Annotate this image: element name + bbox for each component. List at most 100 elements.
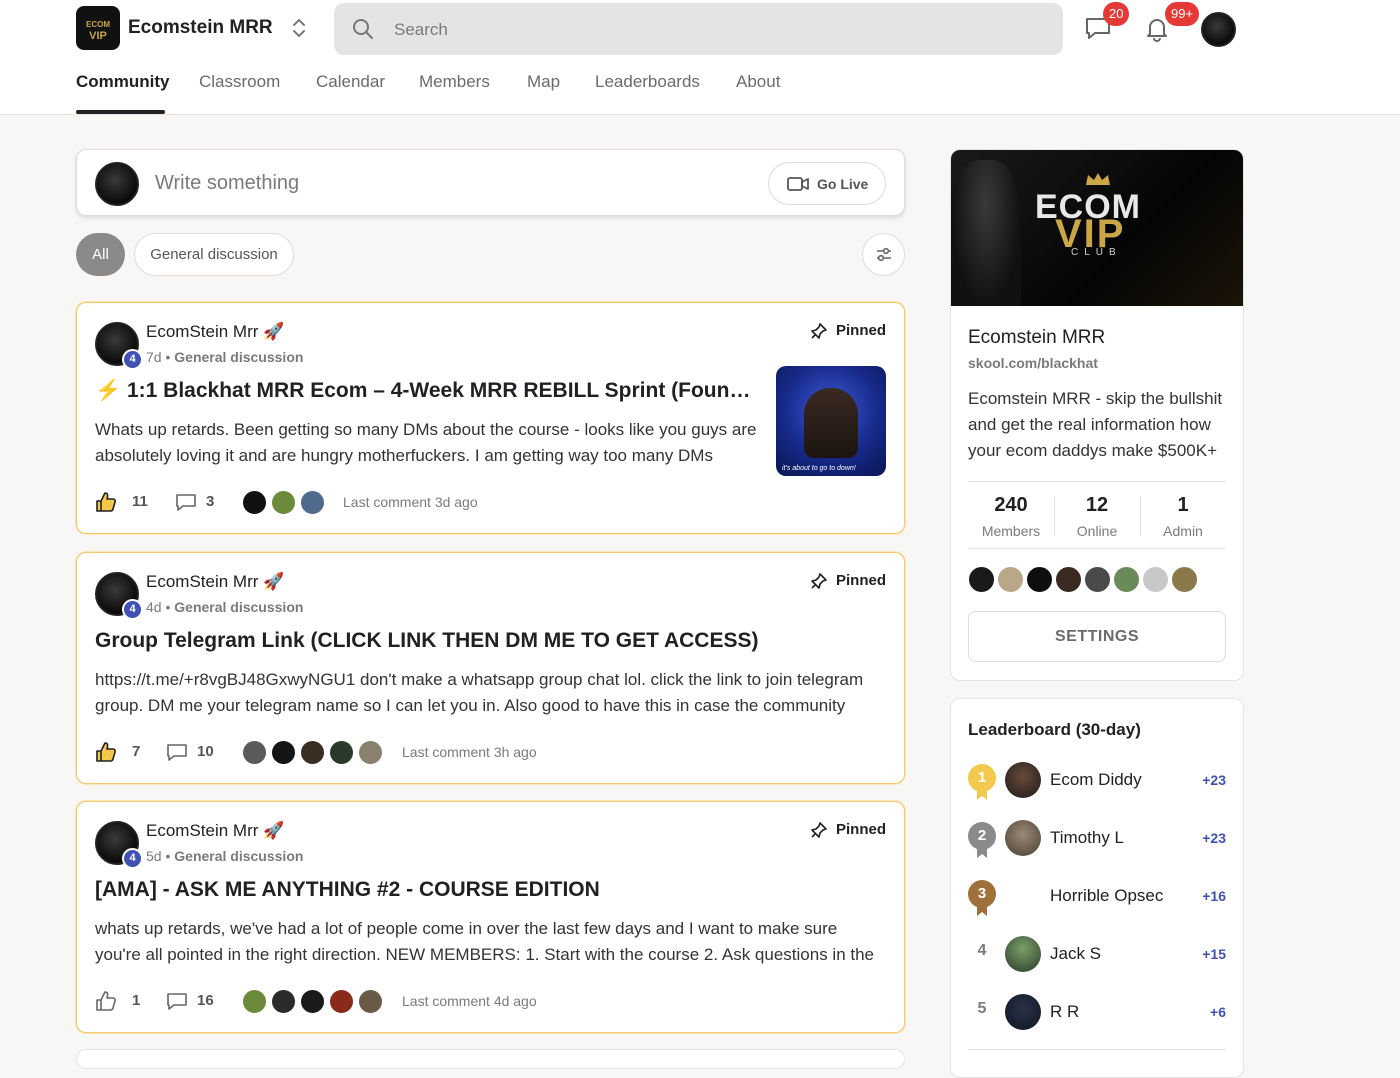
- stat-online[interactable]: 12 Online: [1054, 494, 1140, 539]
- post-category[interactable]: General discussion: [174, 349, 303, 365]
- member-avatar[interactable]: [1084, 566, 1111, 593]
- post-title[interactable]: [AMA] - ASK ME ANYTHING #2 - COURSE EDIT…: [95, 878, 885, 902]
- admin-label: Admin: [1163, 523, 1203, 539]
- member-avatar[interactable]: [1055, 566, 1082, 593]
- thumbs-up-icon[interactable]: [95, 491, 117, 513]
- commenter-avatar[interactable]: [299, 988, 326, 1015]
- post-title[interactable]: ⚡ 1:1 Blackhat MRR Ecom – 4-Week MRR REB…: [95, 379, 757, 403]
- thumbs-up-icon[interactable]: [95, 990, 117, 1012]
- cover-silhouette: [951, 160, 1021, 306]
- post-composer[interactable]: Write something Go Live: [76, 149, 905, 216]
- ribbon-icon: [977, 904, 987, 916]
- leader-avatar[interactable]: [1005, 762, 1041, 798]
- pin-icon: [811, 323, 827, 339]
- ribbon-icon: [977, 846, 987, 858]
- thumbnail-person: [804, 388, 858, 458]
- leaderboard-row[interactable]: 4 Jack S +15: [968, 934, 1226, 974]
- author-name[interactable]: EcomStein Mrr 🚀: [146, 821, 284, 841]
- top-bar: ECOM VIP Ecomstein MRR 20 99+ Community …: [0, 0, 1400, 115]
- leaderboard-row[interactable]: 3 Horrible Opsec +16: [968, 876, 1226, 916]
- commenter-avatar[interactable]: [328, 739, 355, 766]
- leaderboard-row[interactable]: 5 R R +6: [968, 992, 1226, 1032]
- commenter-avatar[interactable]: [241, 489, 268, 516]
- leader-name[interactable]: Horrible Opsec: [1050, 886, 1163, 906]
- tab-classroom[interactable]: Classroom: [199, 72, 280, 92]
- member-avatar[interactable]: [1113, 566, 1140, 593]
- stat-admin[interactable]: 1 Admin: [1140, 494, 1226, 539]
- commenter-avatar[interactable]: [357, 988, 384, 1015]
- post-category[interactable]: General discussion: [174, 848, 303, 864]
- group-name[interactable]: Ecomstein MRR: [128, 17, 273, 39]
- post-age: 4d: [146, 599, 162, 615]
- ribbon-icon: [977, 788, 987, 800]
- group-url[interactable]: skool.com/blackhat: [968, 355, 1098, 371]
- commenter-avatar[interactable]: [270, 739, 297, 766]
- tab-about[interactable]: About: [736, 72, 780, 92]
- group-stats: 240 Members 12 Online 1 Admin: [968, 481, 1226, 549]
- member-avatar[interactable]: [968, 566, 995, 593]
- tab-members[interactable]: Members: [419, 72, 490, 92]
- comment-icon[interactable]: [166, 991, 188, 1011]
- post-category[interactable]: General discussion: [174, 599, 303, 615]
- post-thumbnail[interactable]: it's about to go to down!: [776, 366, 886, 476]
- post-title[interactable]: Group Telegram Link (CLICK LINK THEN DM …: [95, 629, 885, 653]
- tab-map[interactable]: Map: [527, 72, 560, 92]
- member-avatar[interactable]: [1171, 566, 1198, 593]
- commenter-avatar[interactable]: [299, 739, 326, 766]
- member-avatar[interactable]: [997, 566, 1024, 593]
- commenter-avatar[interactable]: [270, 988, 297, 1015]
- leader-name[interactable]: Timothy L: [1050, 828, 1124, 848]
- tab-calendar[interactable]: Calendar: [316, 72, 385, 92]
- tab-community[interactable]: Community: [76, 72, 170, 92]
- stat-members[interactable]: 240 Members: [968, 494, 1054, 539]
- filter-general-discussion[interactable]: General discussion: [134, 233, 294, 276]
- comment-count: 3: [206, 493, 215, 510]
- thumbs-up-icon[interactable]: [95, 741, 117, 763]
- commenter-avatar[interactable]: [241, 988, 268, 1015]
- group-logo[interactable]: ECOM VIP: [76, 6, 120, 50]
- post-card[interactable]: 4 EcomStein Mrr 🚀 5d • General discussio…: [76, 801, 905, 1033]
- leader-avatar[interactable]: [1005, 994, 1041, 1030]
- search-bar[interactable]: [334, 3, 1063, 55]
- member-avatar[interactable]: [1142, 566, 1169, 593]
- chevron-up-down-icon[interactable]: [289, 16, 309, 40]
- commenter-avatar[interactable]: [328, 988, 355, 1015]
- leader-points: +15: [1202, 946, 1226, 962]
- pinned-label: Pinned: [811, 322, 886, 339]
- commenter-avatar[interactable]: [241, 739, 268, 766]
- user-avatar[interactable]: [1201, 12, 1236, 47]
- leader-name[interactable]: Ecom Diddy: [1050, 770, 1142, 790]
- commenter-avatar[interactable]: [357, 739, 384, 766]
- leader-name[interactable]: R R: [1050, 1002, 1079, 1022]
- post-body[interactable]: whats up retards, we've had a lot of peo…: [95, 916, 885, 968]
- comment-icon[interactable]: [166, 742, 188, 762]
- leader-avatar[interactable]: [1005, 936, 1041, 972]
- member-avatar[interactable]: [1026, 566, 1053, 593]
- crown-icon: [1086, 173, 1110, 185]
- composer-placeholder[interactable]: Write something: [155, 172, 299, 195]
- comment-count: 16: [197, 992, 214, 1009]
- settings-button[interactable]: SETTINGS: [968, 611, 1226, 662]
- logo-text-bottom: VIP: [89, 30, 107, 42]
- leader-avatar[interactable]: [1005, 820, 1041, 856]
- leaderboard-row[interactable]: 2 Timothy L +23: [968, 818, 1226, 858]
- leaderboard-row[interactable]: 1 Ecom Diddy +23: [968, 760, 1226, 800]
- tab-leaderboards[interactable]: Leaderboards: [595, 72, 700, 92]
- post-card[interactable]: 4 EcomStein Mrr 🚀 7d • General discussio…: [76, 302, 905, 534]
- post-body[interactable]: https://t.me/+r8vgBJ48GxwyNGU1 don't mak…: [95, 667, 885, 719]
- post-card[interactable]: 4 EcomStein Mrr 🚀 4d • General discussio…: [76, 552, 905, 784]
- search-icon: [353, 19, 373, 39]
- filter-all[interactable]: All: [76, 233, 125, 276]
- comment-icon[interactable]: [175, 492, 197, 512]
- post-card-partial[interactable]: [76, 1049, 905, 1069]
- author-name[interactable]: EcomStein Mrr 🚀: [146, 322, 284, 342]
- commenter-avatar[interactable]: [270, 489, 297, 516]
- post-stats: 1 16 Last comment 4d ago: [95, 988, 795, 1015]
- go-live-button[interactable]: Go Live: [768, 162, 886, 205]
- leader-name[interactable]: Jack S: [1050, 944, 1101, 964]
- post-body[interactable]: Whats up retards. Been getting so many D…: [95, 417, 763, 469]
- author-name[interactable]: EcomStein Mrr 🚀: [146, 572, 284, 592]
- commenter-avatar[interactable]: [299, 489, 326, 516]
- filter-settings-button[interactable]: [862, 233, 905, 276]
- search-input[interactable]: [394, 17, 1034, 43]
